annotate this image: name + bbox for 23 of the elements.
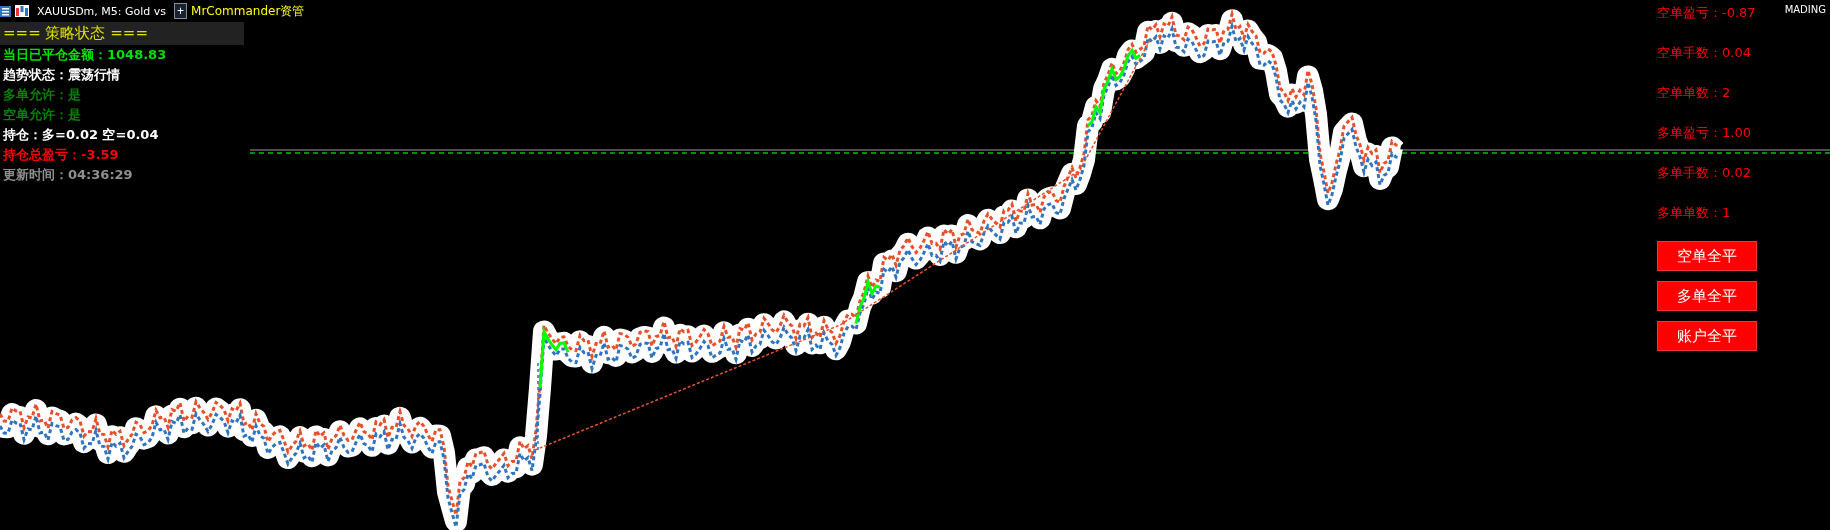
status-line: 持仓总盈亏：-3.59 bbox=[3, 146, 119, 164]
close-all-button[interactable]: 空单全平 bbox=[1657, 241, 1757, 271]
position-line: 空单盈亏：-0.87 bbox=[1657, 4, 1757, 21]
close-all-button[interactable]: 账户全平 bbox=[1657, 321, 1757, 351]
position-line: 多单手数：0.02 bbox=[1657, 164, 1752, 181]
position-line: 多单单数：1 bbox=[1657, 204, 1732, 221]
add-button[interactable]: + bbox=[174, 3, 188, 19]
status-line: 多单允许：是 bbox=[3, 86, 81, 104]
account-label: MADING bbox=[1784, 4, 1826, 15]
expert-name: MrCommander资管 bbox=[191, 2, 305, 20]
status-line: 趋势状态：震荡行情 bbox=[3, 66, 120, 84]
status-line: 更新时间：04:36:29 bbox=[3, 166, 133, 184]
window-title: XAUUSDm, M5: Gold vs bbox=[37, 4, 167, 18]
status-line: 持仓：多=0.02 空=0.04 bbox=[3, 126, 159, 144]
position-line: 空单手数：0.04 bbox=[1657, 44, 1752, 61]
status-line: 空单允许：是 bbox=[3, 106, 81, 124]
position-line: 空单单数：2 bbox=[1657, 84, 1732, 101]
status-line: 当日已平仓金额：1048.83 bbox=[3, 46, 167, 64]
close-all-button[interactable]: 多单全平 bbox=[1657, 281, 1757, 311]
panel-heading: === 策略状态 === bbox=[0, 22, 244, 45]
bar-chart-icon[interactable] bbox=[15, 5, 29, 17]
menu-icon[interactable] bbox=[0, 5, 11, 17]
position-line: 多单盈亏：1.00 bbox=[1657, 124, 1752, 141]
